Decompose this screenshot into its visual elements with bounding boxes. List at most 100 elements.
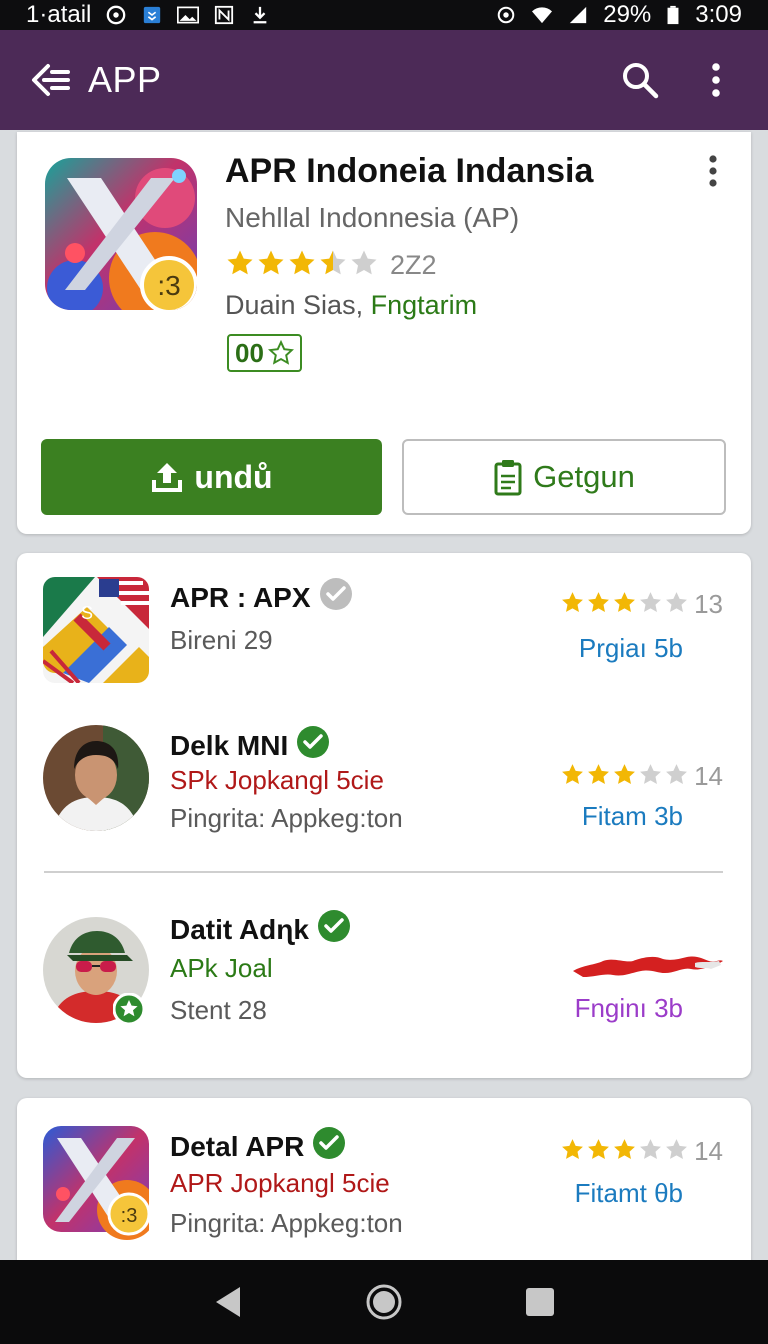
app-category[interactable]: Fngtarim (371, 290, 478, 320)
star-icon (614, 591, 635, 612)
back-button[interactable] (28, 58, 72, 102)
app-bar: APP (0, 30, 768, 130)
app-rating: 2Z2 (225, 248, 437, 283)
content-rating-badge: 00 (227, 334, 302, 372)
app-developer: Duain Sias, Fngtarim (225, 290, 477, 321)
wifi-icon (532, 7, 553, 24)
item-line3: Stent 28 (170, 995, 267, 1025)
item-line2: APR Jopkangl 5cie (170, 1168, 390, 1198)
item-line3: Pingrita: Appkeg:ton (170, 1208, 403, 1238)
app-detail-card: :3 APR Indoneia Indansia Nehllal Indonne… (17, 132, 751, 534)
battery-icon (667, 5, 679, 25)
verified-icon (317, 909, 351, 950)
item-name: APR : APX (170, 577, 353, 618)
carrier-text: 1·atail (26, 1, 92, 28)
dropbox-icon (144, 6, 161, 24)
upload-icon (152, 463, 183, 492)
item-line3: Pingrita: Appkeg:ton (170, 803, 403, 833)
system-nav-bar (0, 1260, 768, 1344)
star-rating (560, 762, 690, 792)
install-label: undů (194, 458, 273, 495)
nav-recents-button[interactable] (518, 1280, 562, 1324)
item-side-text: Fitamt θb (574, 1178, 683, 1208)
rating-count: 13 (694, 589, 723, 619)
app-subtitle: Nehllal Indonnesia (AP) (225, 202, 520, 233)
developer-name: Duain Sias, (225, 290, 364, 320)
battery-text: 29% (603, 1, 652, 28)
star-icon (666, 1138, 687, 1159)
item-rating: 14 (560, 761, 723, 792)
star-icon (588, 1138, 609, 1159)
image-icon (177, 6, 200, 24)
share-label: Getgun (533, 459, 635, 494)
app-bar-title: APP (88, 59, 162, 100)
rating-count: 14 (694, 761, 723, 791)
star-icon (227, 250, 253, 275)
related-apps-card: S APR : APX Bireni 29 13 Prgiaı 5b Delk … (17, 553, 751, 1078)
item-name: Delk MNI (170, 725, 330, 766)
home-circle-icon (366, 1284, 402, 1320)
search-button[interactable] (616, 56, 664, 104)
star-icon (614, 1138, 635, 1159)
star-icon (588, 591, 609, 612)
rating-count: 2Z2 (390, 250, 437, 280)
badge-text: 00 (235, 337, 264, 368)
star-outline-icon (267, 340, 294, 365)
item-line2: APk Joal (170, 953, 273, 983)
star-icon (588, 763, 609, 784)
share-button[interactable]: Getgun (402, 439, 726, 515)
item-line2: SPk Jopkangl 5cie (170, 765, 384, 795)
flag-map-image (573, 956, 723, 977)
item-name-text: Datit Adɳk (170, 913, 309, 945)
verified-icon (319, 577, 353, 618)
search-icon (623, 63, 659, 99)
avatar (43, 917, 149, 1025)
news-icon (215, 5, 234, 25)
item-rating: 13 (560, 589, 723, 620)
status-bar: 1·atail 29% 3:09 (0, 0, 768, 30)
hotspot-icon (497, 6, 515, 24)
avatar (43, 725, 149, 831)
star-icon (351, 250, 377, 275)
more-apps-card: :3 Detal APR APR Jopkangl 5cie Pingrita:… (17, 1098, 751, 1278)
list-item[interactable]: Delk MNI SPk Jopkangl 5cie Pingrita: App… (17, 723, 751, 843)
svg-text::3: :3 (157, 270, 180, 301)
back-triangle-icon (216, 1287, 240, 1317)
install-button[interactable]: undů (41, 439, 382, 515)
list-item[interactable]: :3 Detal APR APR Jopkangl 5cie Pingrita:… (17, 1124, 751, 1244)
more-vert-icon (712, 63, 720, 97)
star-icon (562, 763, 583, 784)
star-icon (640, 763, 661, 784)
app-icon: :3 (45, 158, 197, 310)
item-name-text: APR : APX (170, 581, 311, 613)
star-icon (562, 591, 583, 612)
divider (44, 871, 723, 873)
star-rating (560, 1137, 690, 1167)
clipboard-icon (494, 460, 522, 496)
star-icon (666, 591, 687, 612)
app-more-button[interactable] (701, 154, 725, 188)
star-icon (289, 250, 315, 275)
clock-text: 3:09 (695, 1, 742, 28)
nav-back-button[interactable] (206, 1280, 250, 1324)
verified-icon (296, 725, 330, 766)
star-icon (640, 1138, 661, 1159)
star-icon (320, 250, 346, 275)
verified-icon (312, 1126, 346, 1167)
star-icon (614, 763, 635, 784)
item-name: Detal APR (170, 1126, 346, 1167)
more-vert-icon (709, 155, 717, 187)
list-item[interactable]: Datit Adɳk APk Joal Stent 28 Fnginı 3b (17, 907, 751, 1027)
item-line2: Bireni 29 (170, 625, 273, 655)
svg-text::3: :3 (121, 1205, 138, 1227)
app-thumbnail: :3 (43, 1126, 157, 1240)
star-icon (562, 1138, 583, 1159)
nav-home-button[interactable] (362, 1280, 406, 1324)
item-name: Datit Adɳk (170, 909, 351, 950)
star-rating (560, 590, 690, 620)
overflow-menu-button[interactable] (692, 56, 740, 104)
list-item[interactable]: S APR : APX Bireni 29 13 Prgiaı 5b (17, 575, 751, 695)
svg-text:S: S (81, 603, 93, 623)
badge-star-icon (113, 993, 145, 1025)
back-arrow-icon (32, 64, 70, 96)
